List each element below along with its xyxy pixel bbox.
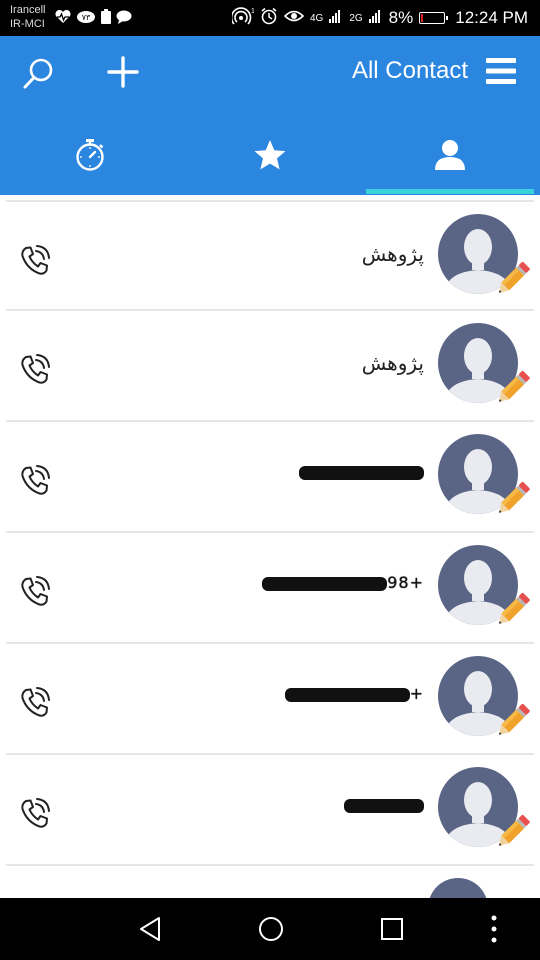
clipboard-icon: [100, 9, 112, 30]
phone-call-icon[interactable]: [18, 353, 52, 392]
phone-call-icon[interactable]: [18, 797, 52, 836]
signal-2-icon: [368, 8, 383, 28]
contact-row[interactable]: [6, 422, 534, 533]
heart-rate-icon: [54, 9, 72, 29]
contact-row[interactable]: پژوهش: [6, 200, 534, 311]
contact-name: پژوهش: [361, 351, 424, 375]
pencil-edit-icon[interactable]: [492, 590, 532, 635]
search-icon[interactable]: [22, 56, 56, 95]
svg-text:1: 1: [251, 8, 254, 15]
contact-row[interactable]: +: [6, 644, 534, 755]
carrier-labels: Irancell IR-MCI: [10, 3, 45, 31]
contact-name: پژوهش: [361, 242, 424, 266]
tab-recent[interactable]: [0, 120, 180, 195]
contact-avatar[interactable]: [438, 767, 530, 857]
back-icon[interactable]: [138, 916, 162, 947]
more-options-icon[interactable]: [490, 914, 498, 949]
svg-text:۷۳: ۷۳: [82, 13, 91, 22]
contact-list: پژوهش پژوهش +98 +: [0, 195, 540, 898]
person-icon: [433, 139, 467, 176]
battery-fill: [421, 14, 424, 22]
network-1-label: 4G: [309, 12, 324, 24]
network-2-label: 2G: [349, 12, 363, 24]
home-icon[interactable]: [258, 916, 284, 947]
redaction-scribble: [299, 465, 424, 480]
page-title: All Contact: [351, 57, 468, 84]
redaction-scribble: [284, 687, 410, 702]
battery-icon: [419, 12, 449, 24]
eye-icon: [283, 8, 305, 28]
partial-avatar: [428, 878, 488, 898]
contact-avatar[interactable]: [438, 214, 530, 304]
contact-avatar[interactable]: [438, 323, 530, 413]
notification-icons: ۷۳: [54, 9, 132, 30]
phone-call-icon[interactable]: [18, 575, 52, 614]
phone-call-icon[interactable]: [18, 244, 52, 283]
pencil-edit-icon[interactable]: [492, 368, 532, 413]
contact-avatar[interactable]: [438, 545, 530, 635]
redaction-scribble: [344, 798, 424, 813]
status-right: 1 4G 2G 8% 12:24 PM: [230, 0, 528, 36]
status-bar: Irancell IR-MCI ۷۳ 1 4G 2G 8% 12:24 PM: [0, 0, 540, 36]
contact-row[interactable]: پژوهش: [6, 311, 534, 422]
alarm-icon: [260, 7, 278, 30]
carrier-2: IR-MCI: [10, 18, 45, 30]
contact-name: +98: [258, 573, 424, 592]
contact-row[interactable]: +98: [6, 533, 534, 644]
contact-name: +: [281, 684, 424, 703]
system-nav-bar: [0, 898, 540, 960]
app-bar: All Contact: [0, 36, 540, 195]
hamburger-icon[interactable]: [486, 58, 516, 89]
contact-name: [340, 795, 424, 814]
signal-1-icon: [329, 8, 343, 28]
message-icon: [116, 10, 132, 29]
pencil-edit-icon[interactable]: [492, 701, 532, 746]
pencil-edit-icon[interactable]: [492, 812, 532, 857]
tab-contacts[interactable]: [360, 120, 540, 195]
star-icon: [253, 139, 287, 176]
contact-name: [295, 462, 424, 481]
stopwatch-icon: [74, 138, 106, 177]
recent-apps-icon[interactable]: [380, 917, 404, 946]
contact-row[interactable]: [6, 755, 534, 866]
tab-favorites[interactable]: [180, 120, 360, 195]
carrier-1: Irancell: [10, 4, 46, 16]
phone-call-icon[interactable]: [18, 464, 52, 503]
clock: 12:24 PM: [455, 8, 528, 27]
redaction-scribble: [262, 576, 388, 591]
contact-avatar[interactable]: [438, 656, 530, 746]
pencil-edit-icon[interactable]: [492, 479, 532, 524]
battery-percent: 8%: [388, 8, 414, 27]
hotspot-icon: 1: [230, 6, 255, 30]
notification-badge-icon: ۷۳: [76, 10, 96, 29]
phone-call-icon[interactable]: [18, 686, 52, 725]
tab-bar: [0, 120, 540, 195]
pencil-edit-icon[interactable]: [492, 259, 532, 304]
plus-icon[interactable]: [106, 55, 140, 94]
contact-avatar[interactable]: [438, 434, 530, 524]
